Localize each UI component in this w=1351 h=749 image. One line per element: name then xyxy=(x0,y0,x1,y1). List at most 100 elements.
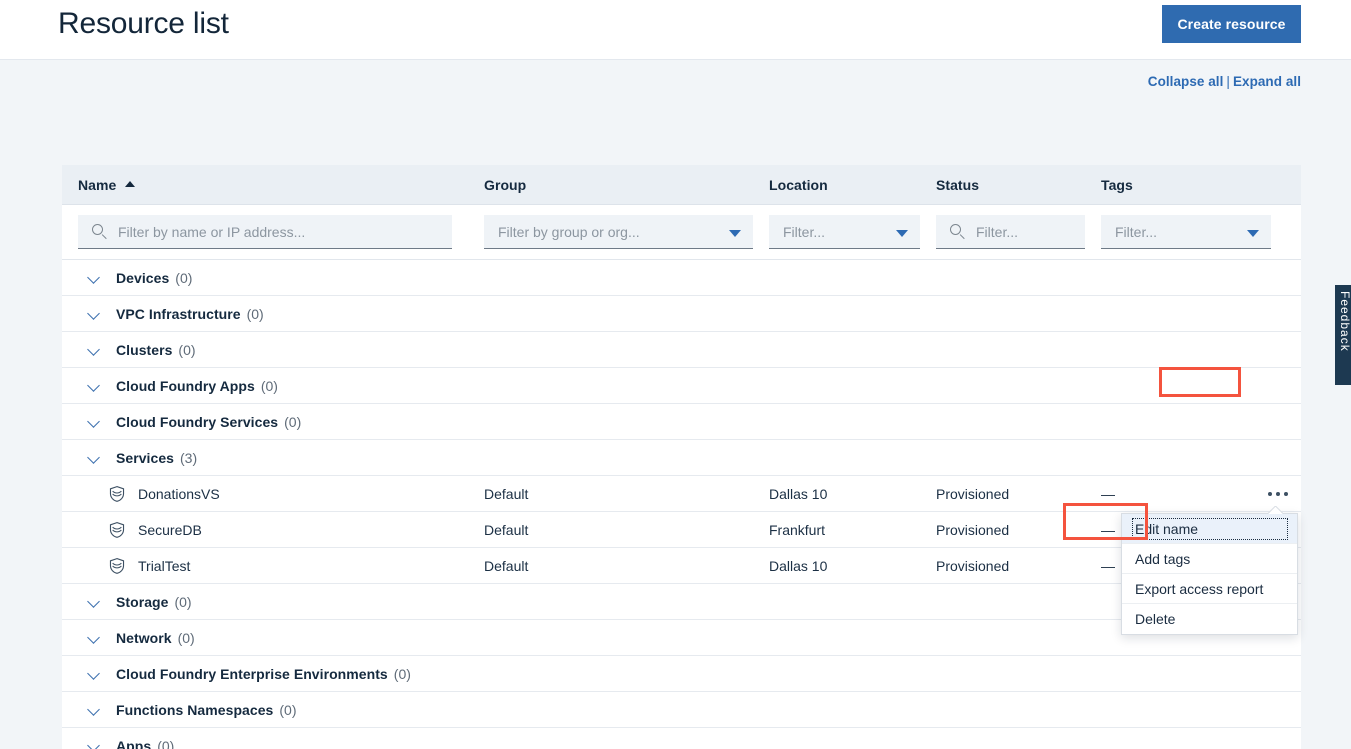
group-label: Services xyxy=(116,449,175,466)
content-area: Collapse all | Expand all Name Group Locat… xyxy=(0,60,1351,749)
group-label: Network xyxy=(116,629,172,646)
group-count: (0) xyxy=(177,629,195,646)
group-row-clusters[interactable]: Clusters (0) xyxy=(62,332,1301,368)
group-label: Devices xyxy=(116,269,170,286)
group-count: (0) xyxy=(393,665,411,682)
filter-cell-group: Filter by group or org... xyxy=(468,215,753,249)
group-count: (0) xyxy=(284,413,302,430)
tags-filter-placeholder: Filter... xyxy=(1115,223,1158,240)
resource-name-link[interactable]: DonationsVS xyxy=(138,486,220,502)
resource-name-link[interactable]: TrialTest xyxy=(138,558,190,574)
name-filter-placeholder: Filter by name or IP address... xyxy=(118,223,306,240)
column-header-location[interactable]: Location xyxy=(753,165,920,204)
group-label: Functions Namespaces xyxy=(116,701,274,718)
group-row-cloud-foundry-services[interactable]: Cloud Foundry Services (0) xyxy=(62,404,1301,440)
create-resource-button[interactable]: Create resource xyxy=(1162,5,1301,43)
table-row[interactable]: TrialTest Default Dallas 10 Provisioned … xyxy=(62,548,1301,584)
location-filter-placeholder: Filter... xyxy=(783,223,826,240)
dot xyxy=(1276,492,1280,496)
chevron-down-icon xyxy=(86,270,102,286)
feedback-side-tab[interactable]: Feedback xyxy=(1335,285,1351,385)
link-separator: | xyxy=(1226,74,1230,89)
chevron-down-icon xyxy=(896,230,908,237)
group-row-apps[interactable]: Apps (0) xyxy=(62,728,1301,749)
column-header-tags[interactable]: Tags xyxy=(1085,165,1301,204)
cell-status: Provisioned xyxy=(936,557,1010,574)
filter-cell-location: Filter... xyxy=(753,215,920,249)
group-row-services[interactable]: Services (3) xyxy=(62,440,1301,476)
shield-service-icon xyxy=(109,557,125,574)
shield-service-icon xyxy=(109,521,125,538)
chevron-down-icon xyxy=(86,594,102,610)
chevron-down-icon xyxy=(729,230,741,237)
status-filter-input[interactable]: Filter... xyxy=(936,215,1085,249)
chevron-down-icon xyxy=(86,630,102,646)
group-label: Cloud Foundry Services xyxy=(116,413,279,430)
column-header-status-label: Status xyxy=(936,176,980,193)
chevron-down-icon xyxy=(86,666,102,682)
column-header-location-label: Location xyxy=(769,176,828,193)
chevron-down-icon xyxy=(86,414,102,430)
group-label: Clusters xyxy=(116,341,173,358)
menu-item-export-access-report[interactable]: Export access report xyxy=(1122,574,1297,604)
page-title: Resource list xyxy=(58,7,229,40)
group-row-cloud-foundry-enterprise-environments[interactable]: Cloud Foundry Enterprise Environments (0… xyxy=(62,656,1301,692)
group-count: (3) xyxy=(180,449,198,466)
cell-status: Provisioned xyxy=(936,485,1010,502)
sort-ascending-icon xyxy=(125,180,136,187)
resource-table: Name Group Location Status Tags Filter b… xyxy=(62,165,1301,749)
group-label: VPC Infrastructure xyxy=(116,305,241,322)
expand-all-link[interactable]: Expand all xyxy=(1233,74,1301,89)
group-row-cloud-foundry-apps[interactable]: Cloud Foundry Apps (0) xyxy=(62,368,1301,404)
group-filter-dropdown[interactable]: Filter by group or org... xyxy=(484,215,753,249)
group-row-vpc-infrastructure[interactable]: VPC Infrastructure (0) xyxy=(62,296,1301,332)
location-filter-dropdown[interactable]: Filter... xyxy=(769,215,920,249)
group-filter-placeholder: Filter by group or org... xyxy=(498,223,640,240)
group-count: (0) xyxy=(174,593,192,610)
column-header-group[interactable]: Group xyxy=(468,165,753,204)
group-count: (0) xyxy=(246,305,264,322)
status-filter-placeholder: Filter... xyxy=(976,223,1019,240)
name-filter-input[interactable]: Filter by name or IP address... xyxy=(78,215,452,249)
menu-item-label: Delete xyxy=(1135,611,1176,627)
group-row-functions-namespaces[interactable]: Functions Namespaces (0) xyxy=(62,692,1301,728)
cell-name: TrialTest xyxy=(62,557,468,575)
group-row-devices[interactable]: Devices (0) xyxy=(62,260,1301,296)
cell-name: DonationsVS xyxy=(62,485,468,503)
group-count: (0) xyxy=(175,269,193,286)
menu-caret-icon xyxy=(1268,506,1283,514)
cell-group: Default xyxy=(484,485,529,502)
chevron-down-icon xyxy=(86,342,102,358)
group-row-storage[interactable]: Storage (0) xyxy=(62,584,1301,620)
cell-name: SecureDB xyxy=(62,521,468,539)
cell-status: Provisioned xyxy=(936,521,1010,538)
chevron-down-icon xyxy=(86,738,102,749)
chevron-down-icon xyxy=(86,450,102,466)
column-header-group-label: Group xyxy=(484,176,527,193)
overflow-menu-button[interactable] xyxy=(1261,479,1295,509)
collapse-all-link[interactable]: Collapse all xyxy=(1148,74,1224,89)
table-row[interactable]: SecureDB Default Frankfurt Provisioned — xyxy=(62,512,1301,548)
group-count: (0) xyxy=(260,377,278,394)
column-header-name[interactable]: Name xyxy=(62,165,468,204)
filter-cell-name: Filter by name or IP address... xyxy=(62,215,468,249)
tags-filter-dropdown[interactable]: Filter... xyxy=(1101,215,1271,249)
column-header-status[interactable]: Status xyxy=(920,165,1085,204)
feedback-side-tab-label: Feedback xyxy=(1338,291,1351,352)
group-count: (0) xyxy=(178,341,196,358)
chevron-down-icon xyxy=(86,378,102,394)
dot xyxy=(1268,492,1272,496)
table-row[interactable]: DonationsVS Default Dallas 10 Provisione… xyxy=(62,476,1301,512)
resource-name-link[interactable]: SecureDB xyxy=(138,522,202,538)
table-filter-row: Filter by name or IP address... Filter b… xyxy=(62,205,1301,260)
group-count: (0) xyxy=(279,701,297,718)
cell-location: Dallas 10 xyxy=(769,485,828,502)
table-header-row: Name Group Location Status Tags xyxy=(62,165,1301,205)
menu-item-delete[interactable]: Delete xyxy=(1122,604,1297,634)
shield-service-icon xyxy=(109,485,125,502)
group-label: Apps xyxy=(116,737,152,749)
menu-item-edit-name[interactable]: Edit name xyxy=(1122,514,1297,544)
group-row-network[interactable]: Network (0) xyxy=(62,620,1301,656)
group-label: Cloud Foundry Apps xyxy=(116,377,255,394)
menu-item-add-tags[interactable]: Add tags xyxy=(1122,544,1297,574)
